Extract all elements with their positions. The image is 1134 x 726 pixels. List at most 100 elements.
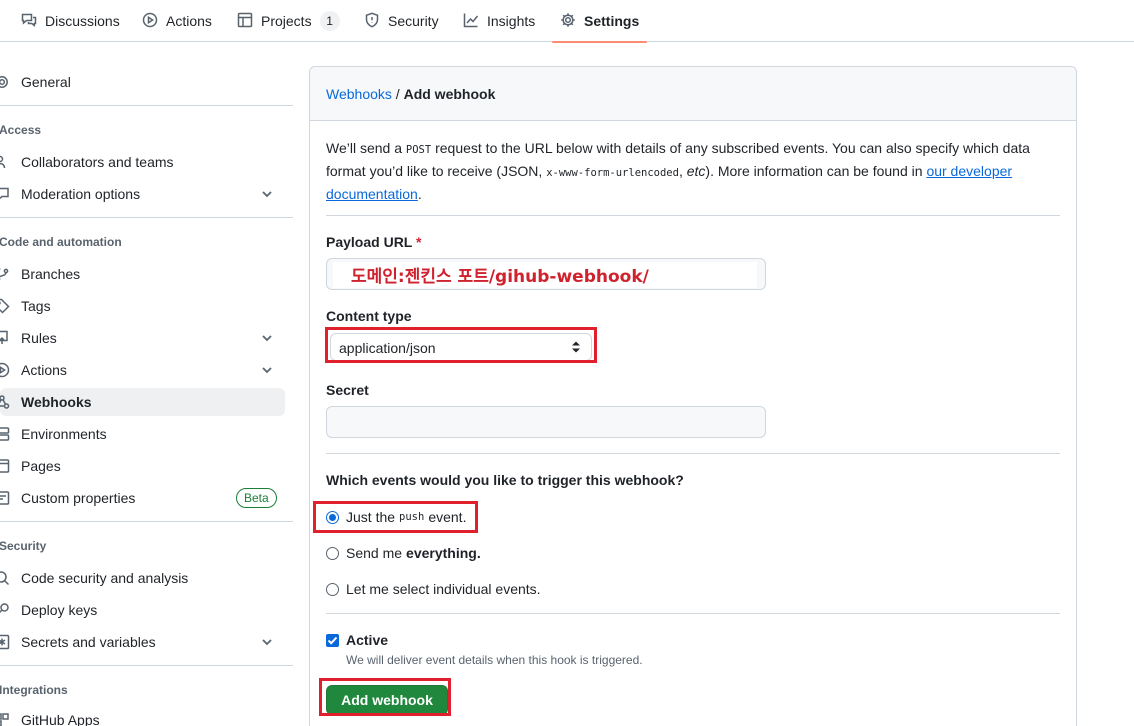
sidebar-item-custom-properties[interactable]: Custom properties Beta [0, 484, 285, 512]
desc-text: . [417, 186, 422, 202]
chevron-down-icon[interactable] [259, 362, 275, 378]
sidebar-item-deploy-keys[interactable]: Deploy keys [0, 596, 285, 624]
sidebar-item-github-apps[interactable]: GitHub Apps [0, 706, 285, 726]
option-text-bold: everything. [406, 545, 481, 561]
divider [0, 665, 293, 666]
key-icon [0, 602, 10, 618]
sidebar-heading-access: Access [0, 123, 42, 137]
beta-badge: Beta [236, 488, 277, 508]
settings-sidebar: General Access Collaborators and teams M… [0, 42, 295, 726]
radio-button[interactable] [326, 582, 339, 596]
sidebar-item-label: Collaborators and teams [21, 154, 174, 170]
content-type-label: Content type [326, 308, 412, 324]
chevron-down-icon[interactable] [259, 330, 275, 346]
sidebar-item-label: Secrets and variables [21, 634, 156, 650]
tab-discussions[interactable]: Discussions [21, 0, 120, 42]
key-asterisk-icon [0, 634, 10, 650]
sidebar-item-pages[interactable]: Pages [0, 452, 285, 480]
sidebar-heading-code-automation: Code and automation [0, 235, 122, 249]
table-icon [237, 12, 253, 31]
desc-code-post: POST [405, 144, 432, 156]
sidebar-item-label: Branches [21, 266, 81, 282]
sidebar-item-label: Deploy keys [21, 602, 98, 618]
breadcrumb-separator: / [391, 86, 404, 102]
play-icon [0, 362, 10, 378]
tab-label: Discussions [45, 13, 120, 29]
chevron-down-icon[interactable] [259, 634, 275, 650]
report-icon [0, 186, 10, 202]
sidebar-item-label: GitHub Apps [21, 712, 100, 726]
sidebar-item-label: Pages [21, 458, 61, 474]
radio-button[interactable] [326, 546, 339, 560]
sidebar-item-general[interactable]: General [0, 68, 285, 96]
breadcrumb-webhooks-link[interactable]: Webhooks [326, 86, 392, 102]
sidebar-item-label: Webhooks [21, 394, 92, 410]
desc-text: ). More information can be found in [705, 163, 927, 179]
people-icon [0, 154, 10, 170]
sidebar-item-branches[interactable]: Branches [0, 260, 285, 288]
codescan-icon [0, 570, 10, 586]
highlight-box [319, 678, 451, 716]
play-icon [142, 12, 158, 31]
sidebar-item-collaborators[interactable]: Collaborators and teams [0, 148, 285, 176]
secret-input[interactable] [326, 406, 766, 438]
desc-text: We’ll send a [326, 140, 406, 156]
tab-label: Settings [584, 13, 640, 29]
graph-icon [463, 12, 479, 31]
event-option-everything[interactable]: Send me everything. [326, 543, 481, 563]
sidebar-item-secrets[interactable]: Secrets and variables [0, 628, 285, 656]
shield-icon [364, 12, 380, 31]
repo-tab-nav: Discussions Actions Projects 1 Security … [0, 0, 1134, 43]
sidebar-item-label: Environments [21, 426, 107, 442]
tab-actions[interactable]: Actions [142, 0, 212, 42]
sidebar-item-rules[interactable]: Rules [0, 324, 285, 352]
divider [0, 217, 293, 218]
sidebar-item-code-security[interactable]: Code security and analysis [0, 564, 285, 592]
sidebar-item-moderation[interactable]: Moderation options [0, 180, 285, 208]
tab-label: Projects [261, 13, 312, 29]
sidebar-item-environments[interactable]: Environments [0, 420, 285, 448]
sidebar-item-label: General [21, 74, 71, 90]
sidebar-item-tags[interactable]: Tags [0, 292, 285, 320]
tab-label: Actions [166, 13, 212, 29]
option-text: Send me [346, 545, 403, 561]
event-option-individual[interactable]: Let me select individual events. [326, 579, 541, 599]
desc-code-urlencoded: x-www-form-urlencoded [546, 167, 679, 179]
tab-label: Security [388, 13, 439, 29]
payload-url-label-text: Payload URL [326, 234, 413, 250]
tab-security[interactable]: Security [364, 0, 439, 42]
payload-url-value: 도메인:젠킨스 포트/gihub-webhook/ [351, 267, 649, 287]
desc-etc: etc [686, 163, 706, 179]
payload-url-label: Payload URL * [326, 234, 421, 250]
option-text: Let me select individual events. [346, 581, 541, 597]
active-label: Active [346, 632, 389, 648]
required-mark: * [416, 234, 422, 250]
tab-projects[interactable]: Projects 1 [237, 0, 340, 42]
apps-icon [0, 712, 10, 726]
breadcrumb: Webhooks / Add webhook [326, 86, 495, 102]
sidebar-item-label: Actions [21, 362, 67, 378]
tag-icon [0, 298, 10, 314]
payload-url-input[interactable]: 도메인:젠킨스 포트/gihub-webhook/ [326, 258, 766, 290]
tab-insights[interactable]: Insights [463, 0, 535, 42]
sidebar-heading-security: Security [0, 539, 47, 553]
divider [326, 453, 1060, 454]
comment-discussion-icon [21, 12, 37, 31]
webhook-icon [0, 394, 10, 410]
sidebar-item-webhooks[interactable]: Webhooks [0, 388, 285, 416]
events-question: Which events would you like to trigger t… [326, 472, 684, 488]
panel-header: Webhooks / Add webhook [310, 67, 1076, 121]
sidebar-item-actions[interactable]: Actions [0, 356, 285, 384]
desc-text: , [678, 163, 687, 179]
sidebar-item-label: Moderation options [21, 186, 141, 202]
chevron-down-icon[interactable] [259, 186, 275, 202]
sidebar-item-label: Custom properties [21, 490, 136, 506]
note-icon [0, 490, 10, 506]
tab-settings[interactable]: Settings [551, 0, 648, 43]
projects-counter: 1 [319, 11, 340, 31]
gear-icon [0, 74, 10, 90]
active-checkbox[interactable] [326, 634, 339, 647]
gear-icon [560, 12, 576, 31]
highlight-box [325, 327, 597, 363]
divider [326, 215, 1060, 216]
